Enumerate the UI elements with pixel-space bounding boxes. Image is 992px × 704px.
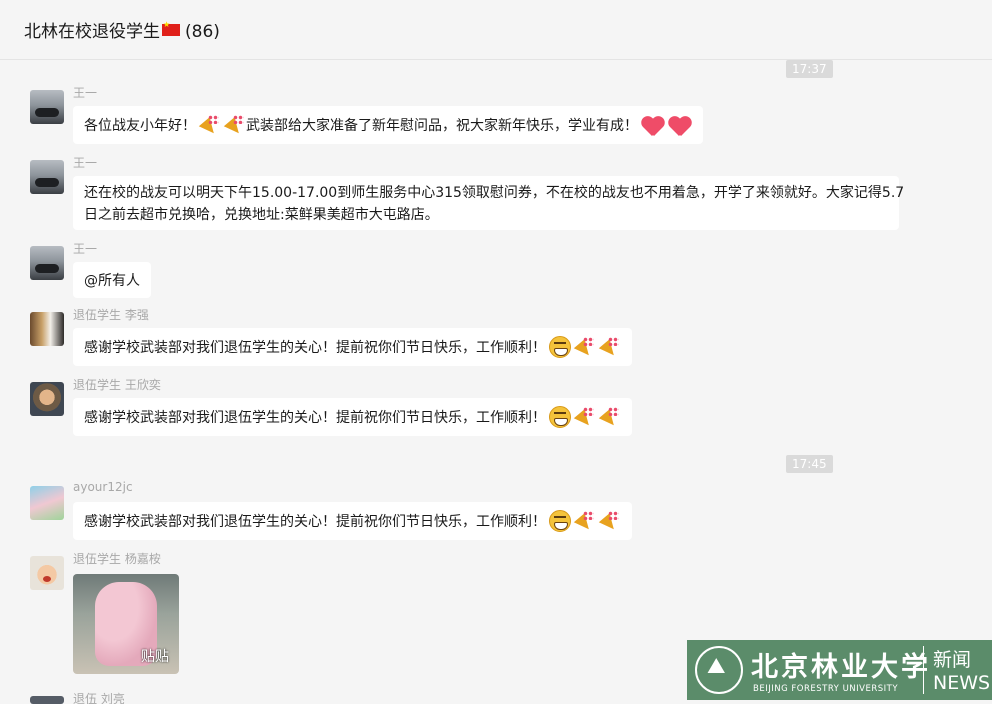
- university-seal-icon: [695, 646, 743, 694]
- avatar[interactable]: [30, 246, 64, 280]
- timestamp: 17:45: [786, 455, 833, 473]
- avatar[interactable]: [30, 312, 64, 346]
- sender-name: 王一: [73, 86, 98, 100]
- avatar[interactable]: [30, 556, 64, 590]
- university-news-watermark: 北京林业大学 BEIJING FORESTRY UNIVERSITY 新闻 NE…: [687, 640, 992, 700]
- chat-title[interactable]: 北林在校退役学生 (86): [24, 17, 220, 42]
- red-heart-icon: [641, 114, 665, 136]
- grinning-face-icon: [549, 336, 571, 358]
- member-count: (86): [185, 22, 220, 42]
- party-popper-icon: [599, 406, 621, 428]
- watermark-news-cn: 新闻: [933, 649, 972, 671]
- message-bubble[interactable]: 各位战友小年好！ 武装部给大家准备了新年慰问品，祝大家新年快乐，学业有成！: [73, 106, 703, 144]
- party-popper-icon: [574, 336, 596, 358]
- party-popper-icon: [224, 114, 246, 136]
- avatar[interactable]: [30, 90, 64, 124]
- message-line: 还在校的战友可以明天下午15.00-17.00到师生服务中心315领取慰问券，不…: [84, 185, 905, 201]
- message-text: 感谢学校武装部对我们退伍学生的关心！提前祝你们节日快乐，工作顺利！: [84, 410, 546, 426]
- watermark-name-cn: 北京林业大学: [751, 652, 931, 683]
- sender-name: 退伍 刘亮: [73, 692, 125, 704]
- message-bubble[interactable]: 感谢学校武装部对我们退伍学生的关心！提前祝你们节日快乐，工作顺利！: [73, 398, 632, 436]
- party-popper-icon: [599, 336, 621, 358]
- message-bubble[interactable]: @所有人: [73, 262, 151, 298]
- message-text: 感谢学校武装部对我们退伍学生的关心！提前祝你们节日快乐，工作顺利！: [84, 514, 546, 530]
- message-line: 日之前去超市兑换哈，兑换地址:菜鲜果美超市大屯路店。: [84, 207, 439, 223]
- grinning-face-icon: [549, 406, 571, 428]
- group-name: 北林在校退役学生: [24, 22, 160, 42]
- watermark-news-en: NEWS: [933, 672, 991, 694]
- message-bubble[interactable]: 感谢学校武装部对我们退伍学生的关心！提前祝你们节日快乐，工作顺利！: [73, 328, 632, 366]
- sticker-caption: 贴贴: [141, 649, 169, 665]
- message-text: @所有人: [84, 273, 140, 289]
- avatar[interactable]: [30, 696, 64, 704]
- timestamp: 17:37: [786, 60, 833, 78]
- party-popper-icon: [574, 510, 596, 532]
- avatar[interactable]: [30, 486, 64, 520]
- party-popper-icon: [574, 406, 596, 428]
- sender-name: 王一: [73, 242, 98, 256]
- sender-name: 退伍学生 杨嘉桉: [73, 552, 161, 566]
- watermark-name-en: BEIJING FORESTRY UNIVERSITY: [753, 684, 899, 694]
- avatar[interactable]: [30, 382, 64, 416]
- sticker-image[interactable]: 贴贴: [73, 574, 179, 674]
- chat-header: 北林在校退役学生 (86): [0, 0, 992, 60]
- sender-name: ayour12jc: [73, 480, 133, 494]
- message-text: 各位战友小年好！: [84, 118, 196, 134]
- sender-name: 退伍学生 李强: [73, 308, 149, 322]
- avatar[interactable]: [30, 160, 64, 194]
- sender-name: 退伍学生 王欣奕: [73, 378, 161, 392]
- watermark-divider: [923, 646, 924, 694]
- party-popper-icon: [199, 114, 221, 136]
- message-bubble[interactable]: 还在校的战友可以明天下午15.00-17.00到师生服务中心315领取慰问券，不…: [73, 176, 905, 230]
- message-text: 武装部给大家准备了新年慰问品，祝大家新年快乐，学业有成！: [246, 118, 638, 134]
- flag-icon: [162, 20, 180, 36]
- message-bubble[interactable]: 感谢学校武装部对我们退伍学生的关心！提前祝你们节日快乐，工作顺利！: [73, 502, 632, 540]
- sender-name: 王一: [73, 156, 98, 170]
- red-heart-icon: [668, 114, 692, 136]
- party-popper-icon: [599, 510, 621, 532]
- grinning-face-icon: [549, 510, 571, 532]
- message-text: 感谢学校武装部对我们退伍学生的关心！提前祝你们节日快乐，工作顺利！: [84, 340, 546, 356]
